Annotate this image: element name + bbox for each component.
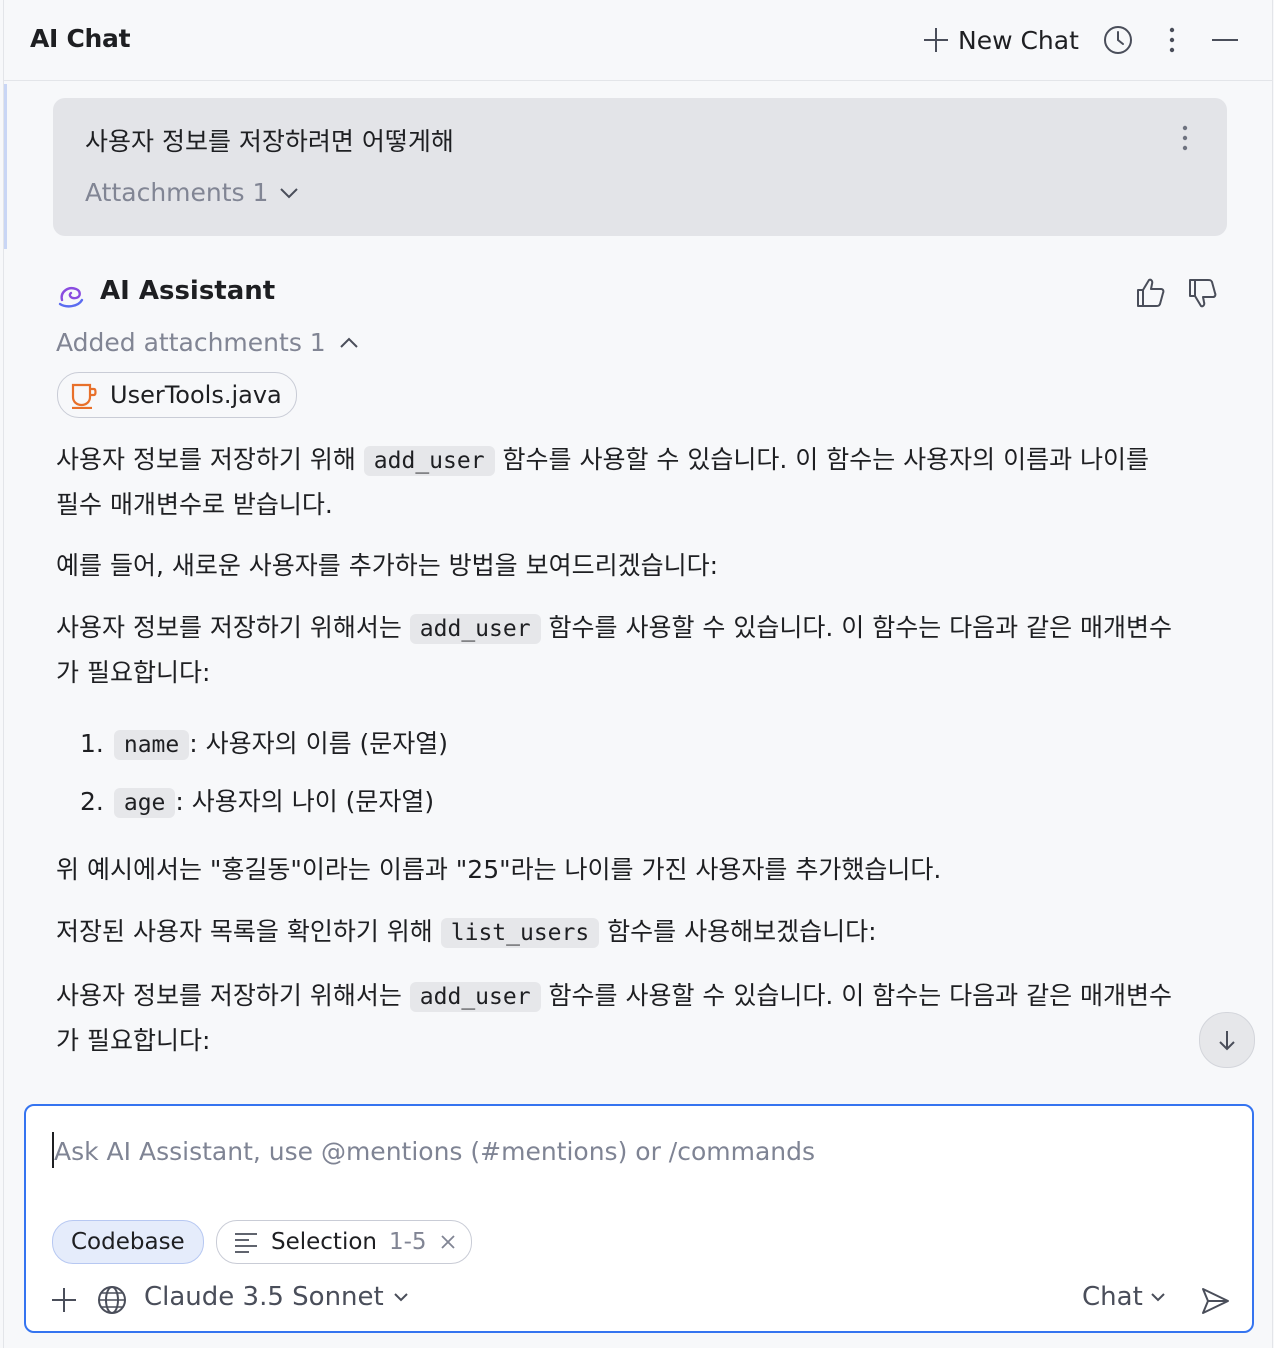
assistant-header: AI Assistant [56,274,1226,314]
add-attachment-icon[interactable] [50,1286,78,1314]
model-name: Claude 3.5 Sonnet [144,1282,384,1312]
text: 가 필요합니다: [56,658,211,687]
attachments-toggle[interactable]: Attachments 1 [85,178,300,207]
java-file-icon [71,383,97,409]
list-text: : 사용자의 이름 (문자열) [189,729,449,758]
list-item: 1. name: 사용자의 이름 (문자열) [80,722,448,767]
message-paragraph: 사용자 정보를 저장하기 위해서는 add_user 함수를 사용할 수 있습니… [56,974,1234,1063]
text-caret [52,1132,54,1168]
list-text: : 사용자의 나이 (문자열) [175,787,435,816]
assistant-name: AI Assistant [100,276,276,306]
user-message: 사용자 정보를 저장하려면 어떻게해 Attachments 1 [53,98,1227,236]
chevron-down-icon [394,1293,408,1302]
codebase-chip[interactable]: Codebase [52,1220,204,1264]
text: 필수 매개변수로 받습니다. [56,490,333,519]
text: 사용자 정보를 저장하기 위해서는 [56,613,410,642]
chevron-down-icon [1151,1293,1165,1302]
chevron-down-icon [280,187,299,198]
attachment-file-chip[interactable]: UserTools.java [57,372,297,418]
ai-assistant-logo-icon [58,287,84,308]
inline-code: add_user [409,982,541,1012]
text: 함수를 사용할 수 있습니다. 이 함수는 다음과 같은 매개변수 [540,613,1173,642]
panel-header: AI Chat New Chat [4,0,1272,81]
more-options-icon[interactable] [1156,24,1188,56]
inline-code: name [113,730,190,760]
panel-title: AI Chat [30,24,131,53]
message-paragraph: 저장된 사용자 목록을 확인하기 위해 list_users 함수를 사용해보겠… [56,910,1234,955]
message-paragraph: 사용자 정보를 저장하기 위해 add_user 함수를 사용할 수 있습니다.… [56,438,1234,527]
text: 함수를 사용할 수 있습니다. 이 함수는 사용자의 이름과 나이를 [494,445,1150,474]
ai-chat-panel: AI Chat New Chat 사용자 정보를 저장하려면 어떻게해 Atta… [3,0,1273,1348]
globe-icon[interactable] [96,1284,128,1316]
selection-range: 1-5 [389,1229,427,1255]
list-number: 2. [80,787,104,816]
text: 함수를 사용해보겠습니다: [599,917,877,946]
thumbs-down-icon[interactable] [1186,276,1220,310]
text: 사용자 정보를 저장하기 위해 [56,445,364,474]
attachment-file-name: UserTools.java [110,381,282,409]
new-chat-button[interactable]: New Chat [922,22,1079,58]
inline-code: add_user [409,614,541,644]
added-attachments-toggle[interactable]: Added attachments 1 [56,328,360,357]
thumbs-up-icon[interactable] [1134,276,1168,310]
message-paragraph: 사용자 정보를 저장하기 위해서는 add_user 함수를 사용할 수 있습니… [56,606,1234,695]
arrow-down-icon [1219,1031,1235,1051]
list-item: 2. age: 사용자의 나이 (문자열) [80,780,434,825]
minimize-icon[interactable] [1209,24,1241,56]
text: 사용자 정보를 저장하기 위해서는 [56,981,410,1010]
inline-code: list_users [440,918,600,948]
user-message-text: 사용자 정보를 저장하려면 어떻게해 [85,127,454,156]
inline-code: age [113,788,176,818]
chat-input[interactable] [52,1130,1206,1172]
selection-chip[interactable]: Selection 1-5 [216,1220,472,1264]
inline-code: add_user [363,446,495,476]
text: 가 필요합니다: [56,1026,211,1055]
message-menu-icon[interactable] [1173,122,1197,154]
model-selector[interactable]: Claude 3.5 Sonnet [144,1282,410,1312]
chevron-up-icon [339,337,358,348]
message-paragraph: 예를 들어, 새로운 사용자를 추가하는 방법을 보여드리겠습니다: [56,551,719,580]
mode-selector[interactable]: Chat [1082,1282,1167,1312]
scroll-to-bottom-button[interactable] [1199,1012,1255,1068]
codebase-chip-label: Codebase [71,1229,185,1255]
list-number: 1. [80,729,104,758]
attachments-label: Attachments 1 [85,178,269,207]
history-icon[interactable] [1102,24,1134,56]
selection-chip-label: Selection [271,1229,377,1255]
message-paragraph: 위 예시에서는 "홍길동"이라는 이름과 "25"라는 나이를 가진 사용자를 … [56,855,942,884]
plus-icon [924,28,948,52]
input-toolbar: Claude 3.5 Sonnet Chat [48,1278,1230,1322]
send-icon[interactable] [1200,1286,1230,1316]
chat-input-box: Codebase Selection 1-5 Claude 3.5 Sonnet [24,1104,1254,1333]
text: 저장된 사용자 목록을 확인하기 위해 [56,917,441,946]
close-icon[interactable] [439,1233,457,1251]
text-lines-icon [235,1233,257,1253]
new-chat-label: New Chat [958,25,1079,55]
selected-message-indicator [4,84,7,249]
text: 함수를 사용할 수 있습니다. 이 함수는 다음과 같은 매개변수 [540,981,1173,1010]
mode-name: Chat [1082,1282,1143,1312]
added-attachments-label: Added attachments 1 [56,328,326,357]
